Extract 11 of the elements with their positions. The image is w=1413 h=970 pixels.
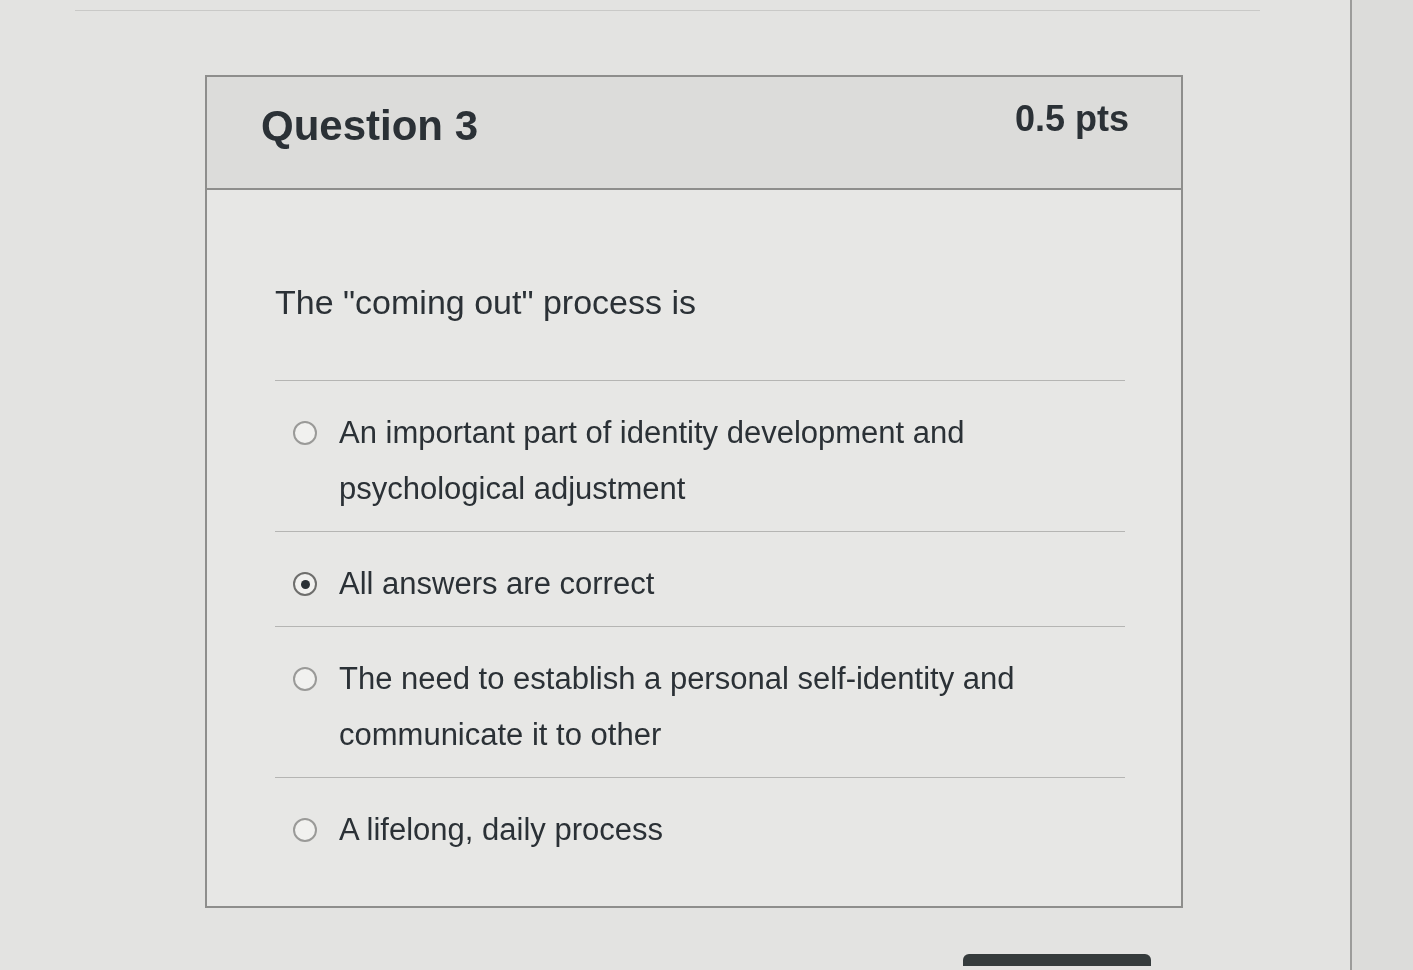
radio-button[interactable]: [293, 667, 317, 691]
answer-text: An important part of identity development and psychological adjustment: [339, 414, 966, 508]
radio-button[interactable]: [293, 421, 317, 445]
answer-text: The need to establish a personal self-identity and communicate it to other: [339, 660, 1016, 754]
points-label: 0.5 pts: [1014, 97, 1129, 140]
question-text: The "coming out" process is: [275, 190, 1125, 381]
radio-button[interactable]: [293, 818, 317, 842]
radio-button[interactable]: [293, 572, 317, 596]
answer-text: All answers are correct: [339, 565, 656, 603]
answer-text: A lifelong, daily process: [339, 811, 664, 849]
question-title: Question 3: [261, 101, 479, 150]
